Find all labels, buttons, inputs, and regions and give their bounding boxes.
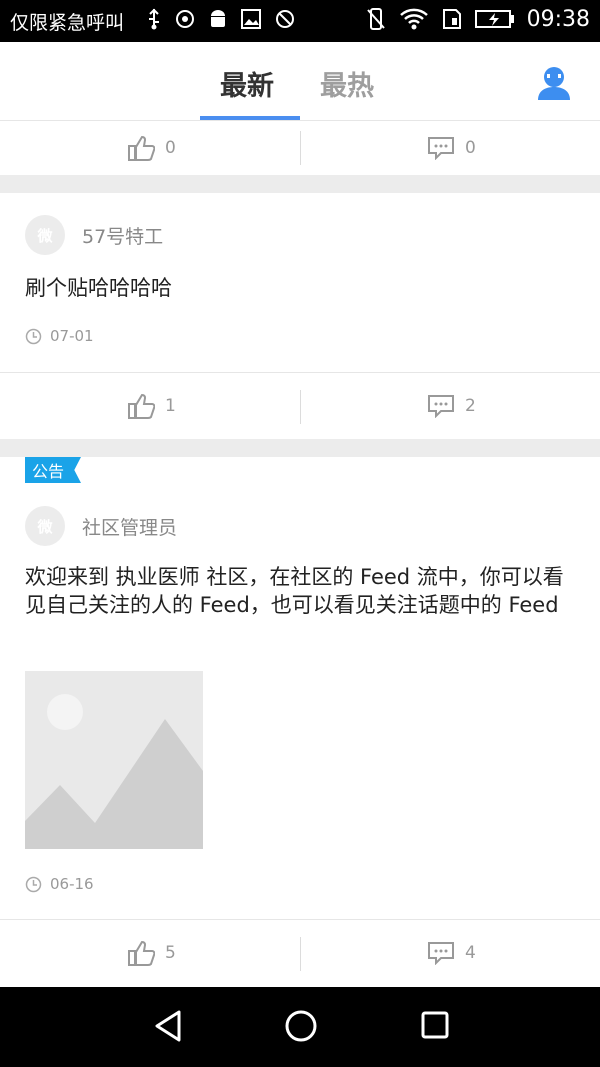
comment-button[interactable]: 4 xyxy=(427,920,476,986)
actions-divider xyxy=(300,131,301,165)
like-count: 5 xyxy=(165,943,176,963)
post-text: 欢迎来到 执业医师 社区，在社区的 Feed 流中，你可以看见自己关注的人的 F… xyxy=(25,565,564,617)
actions-divider xyxy=(300,390,301,424)
recents-icon[interactable] xyxy=(420,1009,450,1043)
comment-count: 0 xyxy=(465,138,476,158)
announcement-badge: 公告 xyxy=(25,457,81,483)
clock-icon xyxy=(25,876,42,892)
avatar[interactable]: 微 xyxy=(25,506,65,546)
like-button[interactable]: 1 xyxy=(127,373,176,439)
feed-post[interactable]: 微 57号特工 刷个贴哈哈哈哈 xyxy=(0,193,600,372)
comment-icon xyxy=(428,137,454,160)
comment-count: 4 xyxy=(465,943,476,963)
status-left-icons xyxy=(146,8,296,30)
top-tabs-header: 最新 最热 xyxy=(0,42,600,121)
clock-icon xyxy=(25,328,42,344)
profile-icon[interactable] xyxy=(536,64,572,100)
tab-hot[interactable]: 最热 xyxy=(320,64,374,103)
feed-separator xyxy=(0,439,600,457)
no-sim-icon xyxy=(276,10,294,28)
comment-icon xyxy=(428,395,454,418)
clock: 09:38 xyxy=(526,6,590,32)
feed-separator xyxy=(0,175,600,193)
status-bar: 仅限紧急呼叫 09:38 xyxy=(0,0,600,42)
sim-icon xyxy=(442,9,461,29)
navigation-bar xyxy=(0,987,600,1067)
thumbs-up-icon xyxy=(128,940,155,966)
like-count: 1 xyxy=(165,396,176,416)
sync-icon xyxy=(176,10,194,28)
avatar[interactable]: 微 xyxy=(25,215,65,255)
post-text: 刷个贴哈哈哈哈 xyxy=(25,276,172,300)
thumbs-up-icon xyxy=(128,135,155,161)
comment-count: 2 xyxy=(465,396,476,416)
like-button[interactable]: 0 xyxy=(127,121,176,175)
post-actions: 1 2 xyxy=(0,373,600,439)
post-image[interactable] xyxy=(25,671,203,849)
usb-icon xyxy=(149,8,159,30)
post-author[interactable]: 微 57号特工 xyxy=(25,215,163,255)
active-tab-indicator xyxy=(200,116,300,120)
home-icon[interactable] xyxy=(284,1009,318,1043)
like-count: 0 xyxy=(165,138,176,158)
post-date-text: 07-01 xyxy=(50,327,94,345)
image-icon xyxy=(241,9,261,29)
feed-list[interactable]: 0 0 微 57号特工 刷个贴哈哈哈哈 07-01 1 2 公告 微 社区管理员… xyxy=(0,121,600,987)
vibrate-icon xyxy=(366,8,385,30)
thumbs-up-icon xyxy=(128,393,155,419)
post-actions: 5 4 xyxy=(0,920,600,986)
carrier-text: 仅限紧急呼叫 xyxy=(10,12,125,34)
post-author[interactable]: 微 社区管理员 xyxy=(25,506,177,546)
post-actions: 0 0 xyxy=(0,121,600,175)
like-button[interactable]: 5 xyxy=(127,920,176,986)
post-date-text: 06-16 xyxy=(50,875,94,893)
comment-icon xyxy=(428,942,454,965)
author-name[interactable]: 57号特工 xyxy=(82,222,163,249)
image-placeholder-icon xyxy=(25,671,203,849)
author-name[interactable]: 社区管理员 xyxy=(82,513,177,540)
actions-divider xyxy=(300,937,301,971)
comment-button[interactable]: 0 xyxy=(427,121,476,175)
back-icon[interactable] xyxy=(152,1009,184,1043)
comment-button[interactable]: 2 xyxy=(427,373,476,439)
wifi-icon xyxy=(399,8,428,30)
battery-icon xyxy=(474,10,514,28)
post-date: 07-01 xyxy=(25,327,94,345)
post-date: 06-16 xyxy=(25,875,94,893)
tab-latest[interactable]: 最新 xyxy=(220,64,274,103)
android-icon xyxy=(211,10,225,27)
feed-post[interactable]: 公告 微 社区管理员 欢迎来到 执业医师 社区，在社区的 Feed 流中，你可以… xyxy=(0,457,600,919)
status-right: 09:38 xyxy=(365,6,590,32)
